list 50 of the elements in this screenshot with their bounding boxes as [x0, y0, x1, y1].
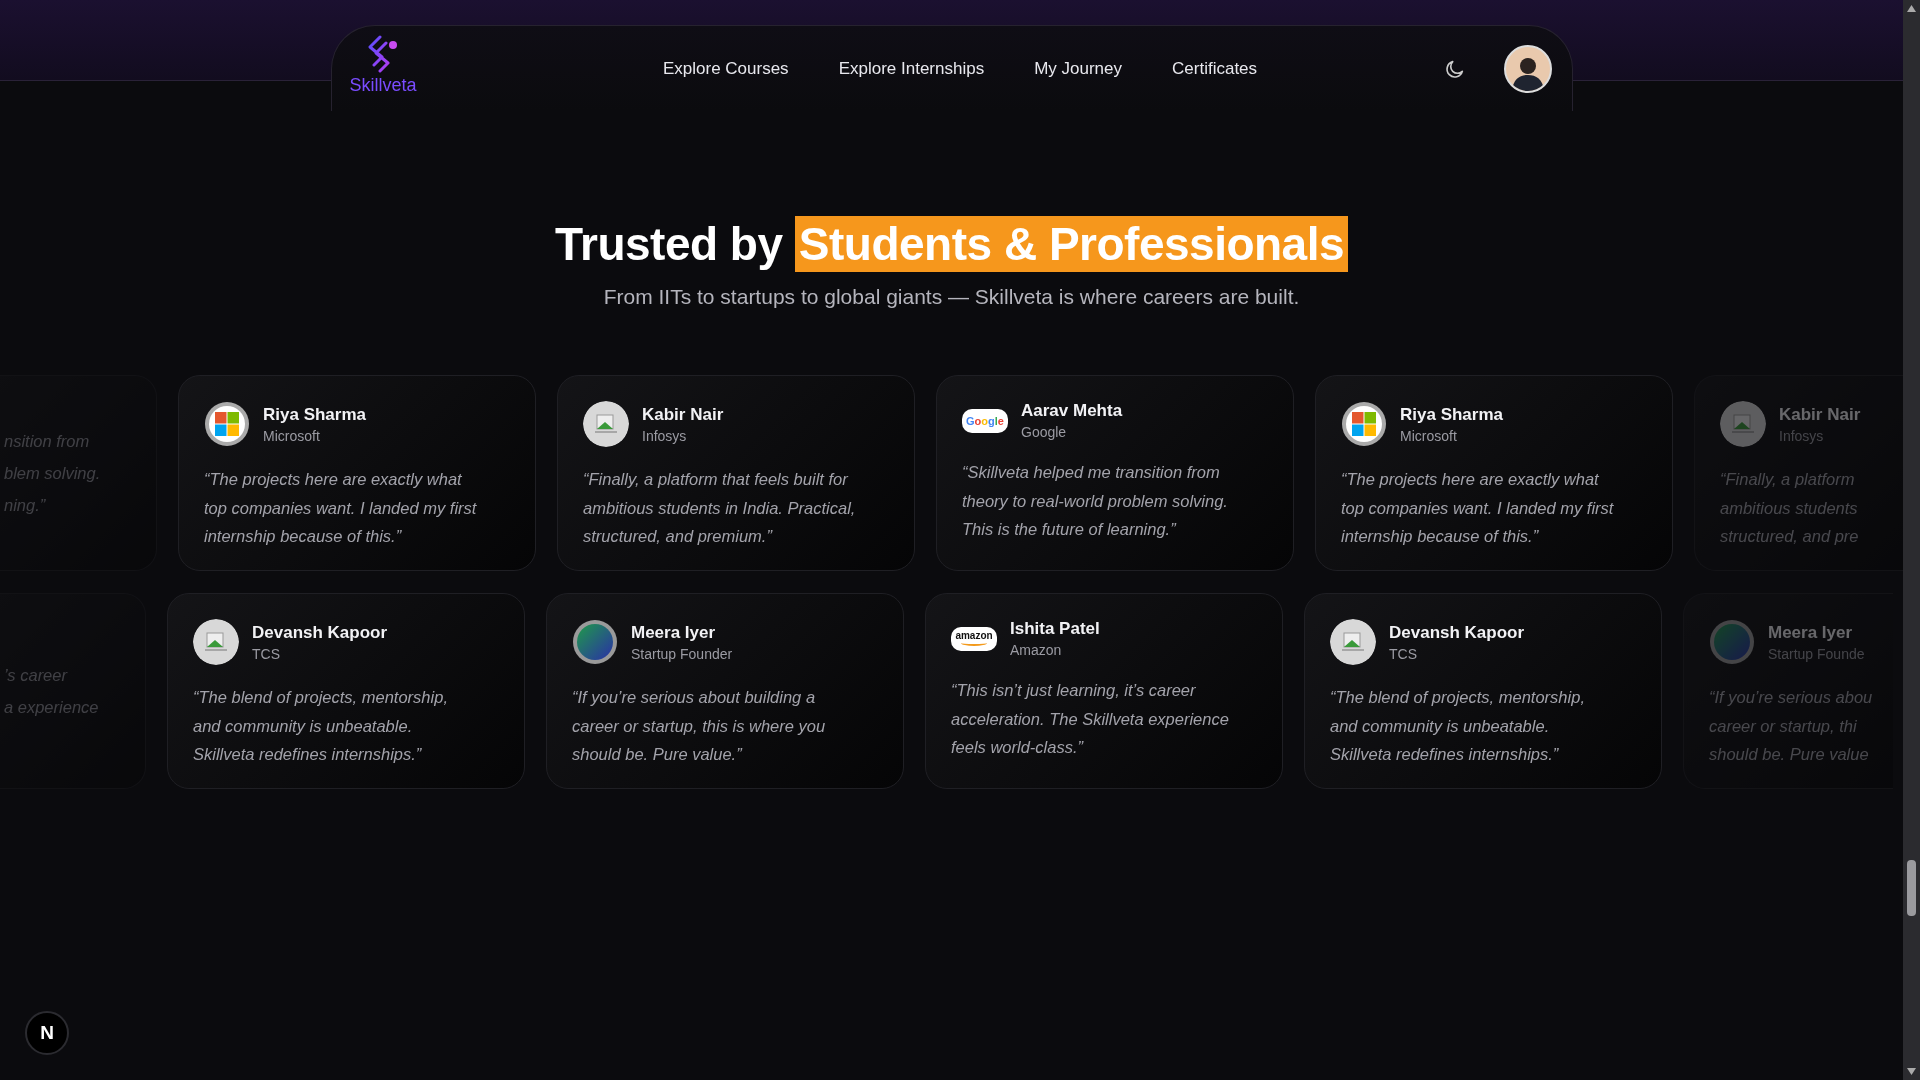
broken-image-icon — [1330, 619, 1376, 665]
reviewer-company: Amazon — [1010, 642, 1063, 658]
testimonial-quote: “The blend of projects, mentorship, and community is unbeatable. Skillveta redefines internships.” — [1330, 687, 1586, 766]
reviewer-name: Aarav Mehta — [1021, 401, 1123, 421]
testimonial-quote: “If you’re serious abou career or startup, thi should be. Pure value — [1709, 687, 1874, 766]
reviewer-company: Infosys — [642, 427, 688, 444]
logo-icon — [366, 35, 400, 73]
testimonial-quote: “The projects here are exactly what top companies want. I landed my first internship because of this.” — [1341, 469, 1615, 548]
microsoft-logo-icon — [204, 401, 250, 447]
broken-image-icon — [583, 401, 629, 447]
broken-image-icon — [1720, 401, 1766, 447]
brand-name[interactable]: Skillveta — [349, 75, 417, 96]
gradient-circle-icon — [572, 619, 618, 665]
testimonial-quote: “Finally, a platform that feels built for ambitious students in India. Practical, structured, and premium.” — [583, 469, 857, 548]
reviewer-company: TCS — [252, 645, 281, 662]
google-logo: Google — [962, 408, 1008, 433]
reviewer-name: Riya Sharma — [263, 404, 366, 425]
nav-link[interactable]: Explore Internships — [838, 58, 985, 79]
reviewer-company: Startup Founder — [631, 645, 733, 662]
testimonial-quote: “The blend of projects, mentorship, and community is unbeatable. Skillveta redefines internships.” — [193, 687, 449, 766]
scrollbar[interactable] — [1903, 0, 1920, 1080]
reviewer-name: Devansh Kapoor — [1389, 622, 1525, 643]
reviewer-name: Kabir Nair — [642, 404, 724, 425]
broken-image-icon — [193, 619, 239, 665]
reviewer-company: Microsoft — [263, 427, 321, 444]
dev-tools-button[interactable]: N — [25, 1011, 69, 1055]
section-heading: Trusted by Students & Professionals — [554, 217, 1349, 271]
reviewer-name: Devansh Kapoor — [252, 622, 388, 643]
nav-link[interactable]: Explore Courses — [662, 58, 789, 79]
reviewer-name: Meera Iyer — [631, 622, 717, 643]
reviewer-company: Startup Founde — [1768, 645, 1865, 662]
amazon-logo: amazon — [951, 626, 997, 651]
reviewer-name: Ishita Patel — [1010, 619, 1100, 639]
reviewer-company: Microsoft — [1400, 427, 1458, 444]
reviewer-name: Kabir Nair — [1779, 404, 1861, 425]
reviewer-company: TCS — [1389, 645, 1418, 662]
testimonial-quote: “Skillveta helped me transition from theory to real-world problem solving. This is the future of learning.” — [962, 462, 1229, 541]
gradient-circle-icon — [1709, 619, 1755, 665]
reviewer-company: Google — [1021, 424, 1068, 440]
section-subtitle: From IITs to startups to global giants — Skillveta is where careers are built. — [603, 285, 1300, 309]
microsoft-logo-icon — [1341, 401, 1387, 447]
nav-link[interactable]: My Journey — [1034, 58, 1123, 79]
reviewer-company: Infosys — [1779, 427, 1825, 444]
reviewer-name: Meera Iyer — [1768, 622, 1854, 643]
nav-link[interactable]: Certificates — [1172, 58, 1258, 79]
testimonial-quote: “If you’re serious about building a career or startup, this is where you should be. Pure value.” — [572, 687, 827, 766]
testimonial-quote: “The projects here are exactly what top companies want. I landed my first internship because of this.” — [204, 469, 478, 548]
reviewer-name: Riya Sharma — [1400, 404, 1503, 425]
testimonial-quote: “Finally, a platform ambitious students structured, and pre — [1720, 469, 1860, 548]
testimonial-quote: “This isn’t just learning, it’s career acceleration. The Skillveta experience feels world-class.” — [951, 680, 1230, 759]
